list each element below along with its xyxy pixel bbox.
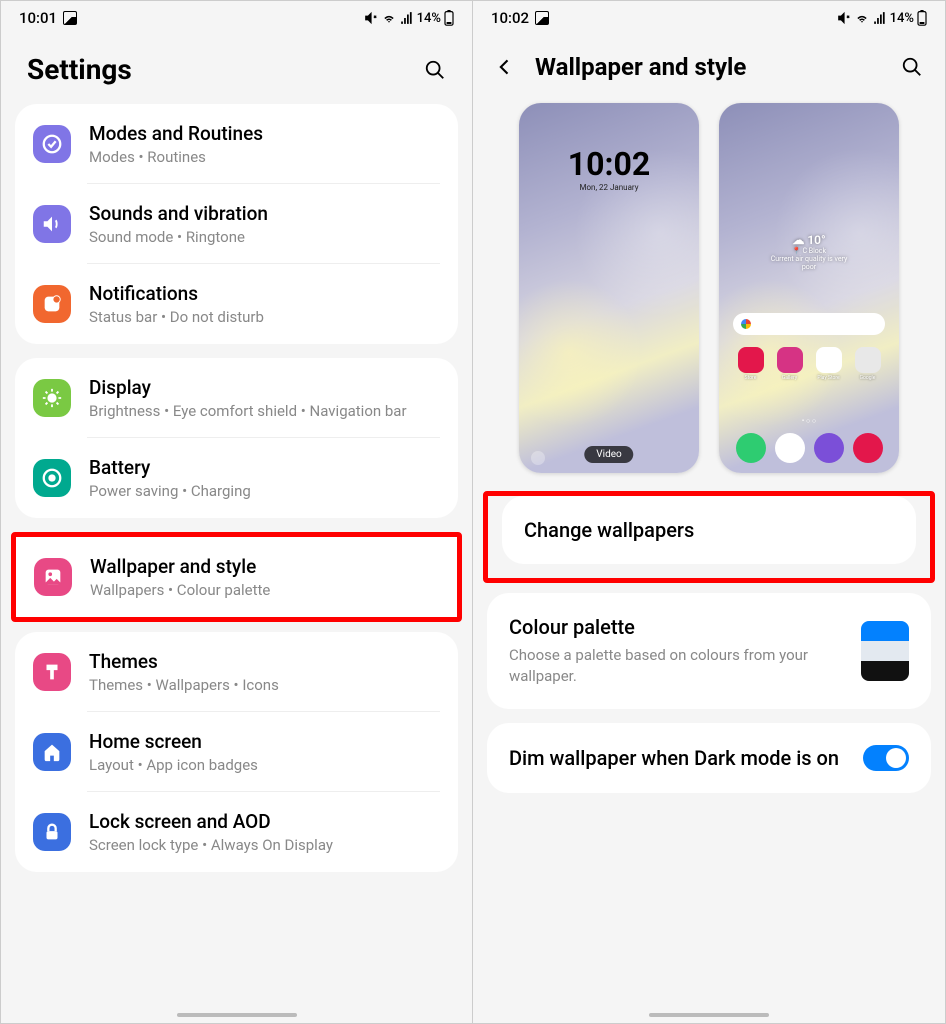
colour-palette-label: Colour palette xyxy=(509,615,847,639)
dock-app xyxy=(814,433,844,463)
row-title: Modes and Routines xyxy=(89,122,440,145)
wallpaper-icon xyxy=(34,558,72,596)
app-play-store: Play Store xyxy=(811,347,846,381)
row-title: Notifications xyxy=(89,282,440,305)
row-title: Display xyxy=(89,376,440,399)
row-title: Lock screen and AOD xyxy=(89,810,440,833)
signal-icon xyxy=(400,11,414,25)
search-icon[interactable] xyxy=(901,56,923,78)
dock xyxy=(733,433,885,463)
row-sub: Themes • Wallpapers • Icons xyxy=(89,676,440,694)
dim-wallpaper-toggle[interactable] xyxy=(863,745,909,771)
settings-row-battery[interactable]: Battery Power saving • Charging xyxy=(15,438,458,518)
status-time: 10:01 xyxy=(19,9,57,27)
settings-row-lock[interactable]: Lock screen and AOD Screen lock type • A… xyxy=(15,792,458,872)
wifi-icon xyxy=(854,11,870,25)
change-wallpapers-row[interactable]: Change wallpapers xyxy=(502,496,916,564)
settings-screen: 10:01 14% Settings Modes and Routines Mo… xyxy=(1,1,473,1023)
mute-icon xyxy=(837,11,851,25)
app-google: Google xyxy=(850,347,885,381)
dock-app xyxy=(775,433,805,463)
signal-icon xyxy=(873,11,887,25)
search-icon[interactable] xyxy=(424,59,446,81)
status-time: 10:02 xyxy=(491,9,529,27)
row-sub: Sound mode • Ringtone xyxy=(89,228,440,246)
themes-icon xyxy=(33,653,71,691)
row-title: Battery xyxy=(89,456,440,479)
page-header: Settings xyxy=(1,31,472,104)
row-title: Home screen xyxy=(89,730,440,753)
page-title: Wallpaper and style xyxy=(535,53,881,81)
page-dots: • ○ ○ xyxy=(719,417,899,425)
dock-app xyxy=(853,433,883,463)
battery-percent: 14% xyxy=(417,11,441,26)
settings-group: Display Brightness • Eye comfort shield … xyxy=(15,358,458,518)
app-grid: StoreGalleryPlay StoreGoogle xyxy=(733,347,885,381)
battery-icon xyxy=(917,10,927,26)
status-icons: 14% xyxy=(364,10,454,26)
row-title: Wallpaper and style xyxy=(90,555,439,578)
lock-icon xyxy=(33,813,71,851)
app-gallery: Gallery xyxy=(772,347,807,381)
lock-screen-preview[interactable]: 10:02 Mon, 22 January Video xyxy=(519,103,699,473)
battery-icon xyxy=(444,10,454,26)
lock-date: Mon, 22 January xyxy=(519,183,699,192)
notif-icon xyxy=(33,285,71,323)
wifi-icon xyxy=(381,11,397,25)
row-sub: Modes • Routines xyxy=(89,148,440,166)
back-icon[interactable] xyxy=(495,57,515,77)
sound-icon xyxy=(33,205,71,243)
row-title: Sounds and vibration xyxy=(89,202,440,225)
page-title: Settings xyxy=(27,53,132,86)
modes-icon xyxy=(33,125,71,163)
colour-palette-sub: Choose a palette based on colours from y… xyxy=(509,645,847,687)
home-indicator[interactable] xyxy=(177,1013,297,1017)
battery-percent: 14% xyxy=(890,11,914,26)
settings-group: Modes and Routines Modes • Routines Soun… xyxy=(15,104,458,344)
settings-row-notif[interactable]: Notifications Status bar • Do not distur… xyxy=(15,264,458,344)
highlight-change-wallpapers: Change wallpapers xyxy=(483,491,935,583)
row-sub: Screen lock type • Always On Display xyxy=(89,836,440,854)
gallery-icon xyxy=(535,11,549,25)
settings-row-modes[interactable]: Modes and Routines Modes • Routines xyxy=(15,104,458,184)
battery-icon xyxy=(33,459,71,497)
lock-time: 10:02 xyxy=(519,145,699,183)
settings-row-home[interactable]: Home screen Layout • App icon badges xyxy=(15,712,458,792)
settings-group: Themes Themes • Wallpapers • Icons Home … xyxy=(15,632,458,872)
change-wallpapers-label: Change wallpapers xyxy=(524,518,894,542)
wallpaper-style-screen: 10:02 14% Wallpaper and style 10:02 Mon,… xyxy=(473,1,945,1023)
settings-row-wallpaper[interactable]: Wallpaper and style Wallpapers • Colour … xyxy=(16,537,457,617)
palette-swatch xyxy=(861,621,909,681)
google-search-bar xyxy=(733,313,885,335)
display-icon xyxy=(33,379,71,417)
highlight-wallpaper-style: Wallpaper and style Wallpapers • Colour … xyxy=(11,532,462,622)
status-bar: 10:01 14% xyxy=(1,1,472,31)
dim-wallpaper-row[interactable]: Dim wallpaper when Dark mode is on xyxy=(487,723,931,793)
dim-wallpaper-label: Dim wallpaper when Dark mode is on xyxy=(509,746,849,770)
row-title: Themes xyxy=(89,650,440,673)
row-sub: Layout • App icon badges xyxy=(89,756,440,774)
dock-app xyxy=(736,433,766,463)
mute-icon xyxy=(364,11,378,25)
gallery-icon xyxy=(63,11,77,25)
settings-row-display[interactable]: Display Brightness • Eye comfort shield … xyxy=(15,358,458,438)
row-sub: Wallpapers • Colour palette xyxy=(90,581,439,599)
camera-shortcut-icon xyxy=(531,451,545,465)
home-indicator[interactable] xyxy=(649,1013,769,1017)
home-screen-preview[interactable]: ☁ 10° 📍 C Block Current air quality is v… xyxy=(719,103,899,473)
row-sub: Brightness • Eye comfort shield • Naviga… xyxy=(89,402,440,420)
home-icon xyxy=(33,733,71,771)
video-badge: Video xyxy=(584,446,633,463)
page-header: Wallpaper and style xyxy=(473,31,945,99)
wallpaper-previews: 10:02 Mon, 22 January Video ☁ 10° 📍 C Bl… xyxy=(473,99,945,491)
settings-row-sound[interactable]: Sounds and vibration Sound mode • Ringto… xyxy=(15,184,458,264)
weather-widget: ☁ 10° 📍 C Block Current air quality is v… xyxy=(764,233,854,271)
status-bar: 10:02 14% xyxy=(473,1,945,31)
row-sub: Status bar • Do not disturb xyxy=(89,308,440,326)
row-sub: Power saving • Charging xyxy=(89,482,440,500)
status-icons: 14% xyxy=(837,10,927,26)
settings-row-themes[interactable]: Themes Themes • Wallpapers • Icons xyxy=(15,632,458,712)
colour-palette-row[interactable]: Colour palette Choose a palette based on… xyxy=(487,593,931,709)
app-store: Store xyxy=(733,347,768,381)
